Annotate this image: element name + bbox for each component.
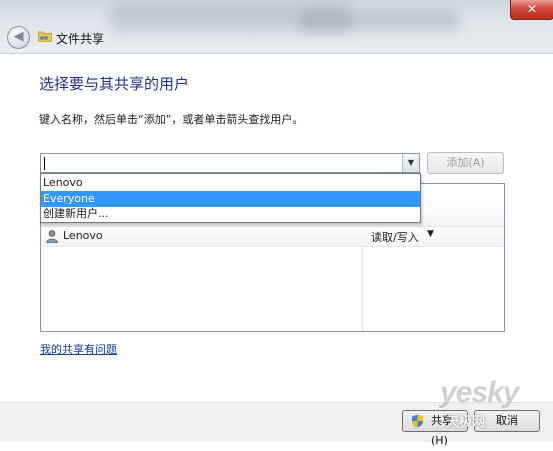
permission-dropdown-icon[interactable]: ▼ bbox=[427, 229, 434, 239]
dropdown-option-everyone[interactable]: Everyone bbox=[41, 191, 420, 207]
back-arrow-icon: ◀ bbox=[13, 29, 24, 44]
page-title: 选择要与其共享的用户 bbox=[39, 75, 190, 93]
background-blur bbox=[300, 10, 460, 32]
shield-icon bbox=[412, 414, 423, 428]
window-title: 文件共享 bbox=[56, 32, 105, 46]
dropdown-option-create-user[interactable]: 创建新用户... bbox=[41, 206, 420, 222]
user-name-input[interactable]: ▼ bbox=[40, 153, 420, 173]
dropdown-arrow-icon[interactable]: ▼ bbox=[402, 154, 419, 172]
text-cursor bbox=[44, 157, 45, 170]
instruction-text: 键入名称，然后单击“添加”，或者单击箭头查找用户。 bbox=[39, 113, 304, 126]
back-button[interactable]: ◀ bbox=[7, 26, 30, 49]
user-dropdown-list: Lenovo Everyone 创建新用户... bbox=[40, 173, 421, 223]
help-link[interactable]: 我的共享有问题 bbox=[40, 341, 117, 357]
watermark-logo: yesky bbox=[440, 376, 519, 409]
permission-level[interactable]: 读取/写入 bbox=[371, 229, 419, 245]
close-button[interactable]: ✕ bbox=[510, 0, 553, 20]
shared-folder-icon bbox=[38, 31, 52, 42]
user-name: Lenovo bbox=[63, 229, 103, 242]
add-button[interactable]: 添加(A) bbox=[427, 152, 504, 174]
dropdown-option-lenovo[interactable]: Lenovo bbox=[41, 175, 420, 191]
watermark-subtitle: 天极网 bbox=[446, 415, 486, 430]
table-row[interactable]: Lenovo 读取/写入 ▼ bbox=[41, 227, 504, 247]
user-icon bbox=[46, 230, 58, 243]
